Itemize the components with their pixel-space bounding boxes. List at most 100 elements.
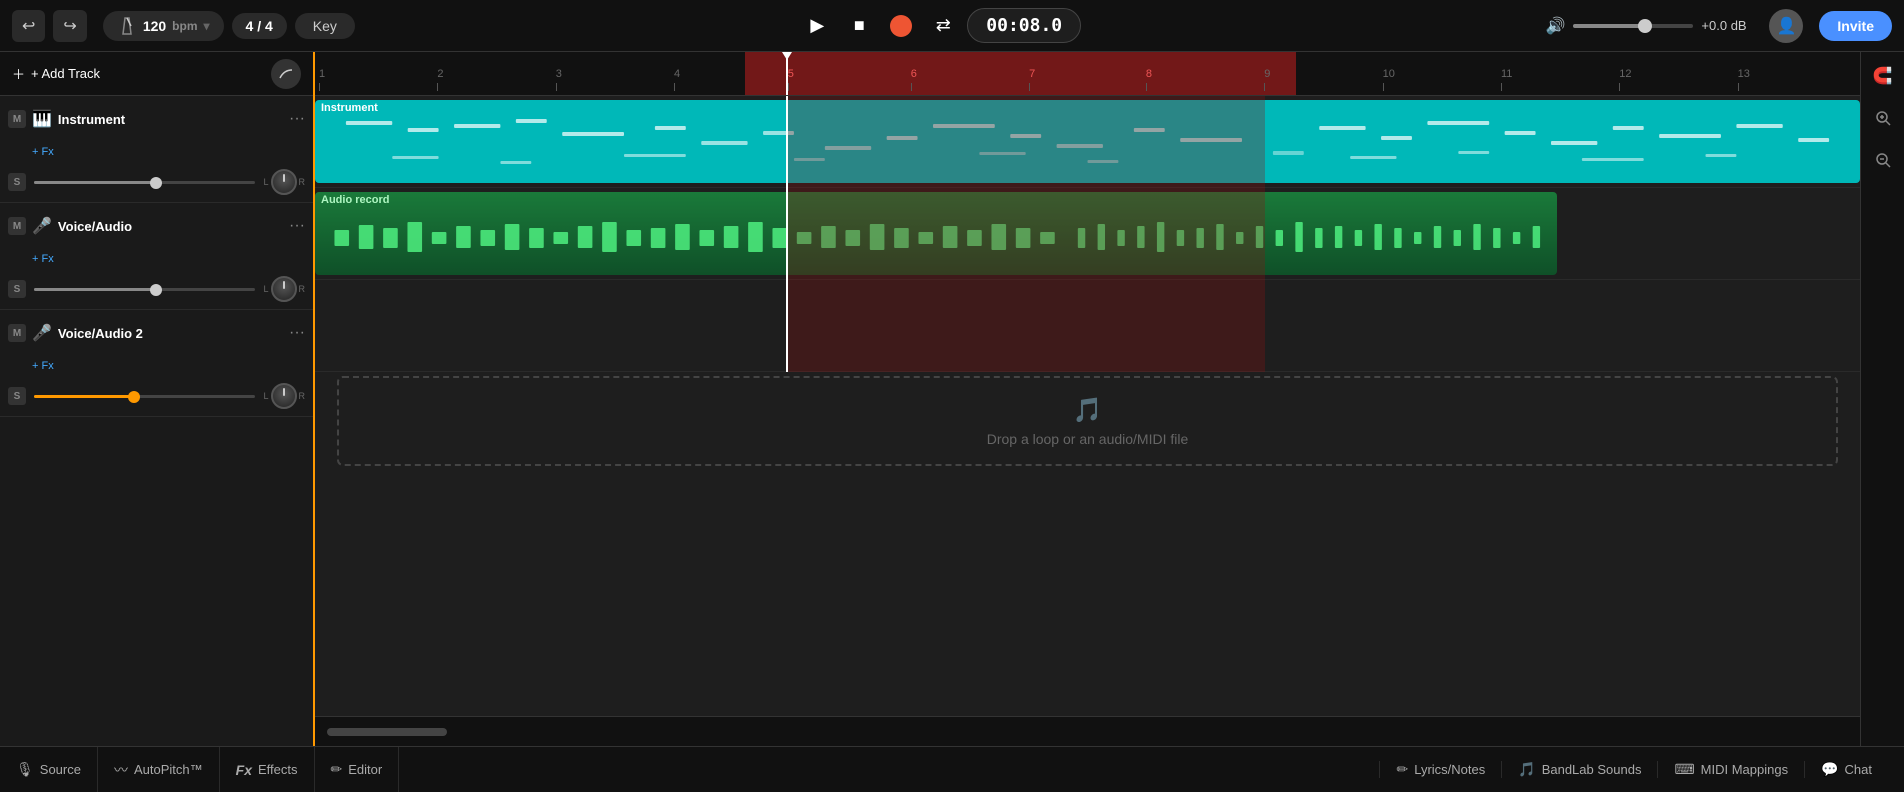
- midi-notes-svg: [315, 116, 1860, 176]
- loop-button[interactable]: ⇄: [925, 8, 961, 44]
- record-button[interactable]: [883, 8, 919, 44]
- fx-label-instrument[interactable]: + Fx: [32, 146, 54, 158]
- pan-knob-instrument[interactable]: L R: [263, 169, 305, 195]
- track-header-voice2: M 🎤 Voice/Audio 2 ···: [0, 310, 313, 356]
- play-button[interactable]: ▶: [799, 8, 835, 44]
- topbar: ↩ ↪ 120 bpm ▾ 4 / 4 Key ▶ ■ ⇄ 00:08.0 🔊 …: [0, 0, 1904, 52]
- volume-slider-instrument[interactable]: [34, 181, 255, 184]
- chat-icon: 💬: [1821, 761, 1838, 778]
- tempo-unit: bpm: [172, 19, 197, 33]
- timeline-ruler[interactable]: 1 2 3 4 5 6 7 8 9 10 11 12 13: [315, 52, 1860, 96]
- ruler-mark-13: 13: [1738, 69, 1750, 91]
- track-more-button-voice[interactable]: ···: [289, 217, 305, 235]
- track-more-button-voice2[interactable]: ···: [289, 324, 305, 342]
- timeline-area: 1 2 3 4 5 6 7 8 9 10 11 12 13: [315, 52, 1860, 746]
- add-track-button[interactable]: ＋ + Add Track: [12, 64, 100, 83]
- track-item: M 🎤 Voice/Audio 2 ··· + Fx S L: [0, 310, 313, 417]
- track-name-voice: Voice/Audio: [58, 219, 283, 234]
- record-indicator: [890, 15, 912, 37]
- zoom-in-button[interactable]: [1867, 102, 1899, 134]
- invite-button[interactable]: Invite: [1819, 11, 1892, 41]
- zoom-out-button[interactable]: [1867, 144, 1899, 176]
- track-lane-instrument[interactable]: Instrument: [315, 96, 1860, 188]
- volume-group: 🔊 +0.0 dB: [1546, 16, 1762, 36]
- track-lane-audio[interactable]: Audio record: [315, 188, 1860, 280]
- ruler-mark-3: 3: [556, 69, 562, 91]
- drop-zone-icon: 🎵: [1073, 396, 1103, 425]
- clip-audio-2[interactable]: [1063, 192, 1557, 275]
- ruler-numbers: 1 2 3 4 5 6 7 8 9 10 11 12 13: [319, 52, 1856, 91]
- zoom-in-icon: [1875, 110, 1891, 126]
- magnet-tool-button[interactable]: 🧲: [1867, 60, 1899, 92]
- solo-button-voice[interactable]: S: [8, 280, 26, 298]
- voice2-icon: 🎤: [32, 323, 52, 343]
- avatar[interactable]: 👤: [1769, 9, 1803, 43]
- volume-slider[interactable]: [1573, 24, 1693, 28]
- main-area: ＋ + Add Track M 🎹 Instrument ··· + Fx S: [0, 52, 1904, 746]
- track-item: M 🎹 Instrument ··· + Fx S L: [0, 96, 313, 203]
- fx-label-voice2[interactable]: + Fx: [32, 360, 54, 372]
- track-panel: ＋ + Add Track M 🎹 Instrument ··· + Fx S: [0, 52, 315, 746]
- track-fx-voice: + Fx: [0, 249, 313, 269]
- track-header-instrument: M 🎹 Instrument ···: [0, 96, 313, 142]
- ruler-mark-9: 9: [1264, 69, 1270, 91]
- ruler-mark-5: 5: [788, 69, 794, 91]
- bottom-bandlab-sounds[interactable]: 🎵 BandLab Sounds: [1501, 761, 1657, 778]
- ruler-mark-12: 12: [1619, 69, 1631, 91]
- fx-label-voice[interactable]: + Fx: [32, 253, 54, 265]
- right-panel: 🧲: [1860, 52, 1904, 746]
- bottom-chat[interactable]: 💬 Chat: [1804, 761, 1888, 778]
- mute-button-instrument[interactable]: M: [8, 110, 26, 128]
- pan-knob-voice[interactable]: L R: [263, 276, 305, 302]
- tempo-display[interactable]: 120 bpm ▾: [103, 11, 224, 41]
- track-header-voice: M 🎤 Voice/Audio ···: [0, 203, 313, 249]
- drop-zone[interactable]: 🎵 Drop a loop or an audio/MIDI file: [337, 376, 1838, 466]
- tracks-scroll[interactable]: Instrument: [315, 96, 1860, 716]
- bottom-editor[interactable]: ✏ Editor: [315, 747, 400, 792]
- solo-button-voice2[interactable]: S: [8, 387, 26, 405]
- voice-icon: 🎤: [32, 216, 52, 236]
- track-name-instrument: Instrument: [58, 112, 283, 127]
- solo-button-instrument[interactable]: S: [8, 173, 26, 191]
- bottom-source[interactable]: 🎙 Source: [16, 747, 98, 792]
- horizontal-scrollbar[interactable]: [327, 728, 447, 736]
- track-fx-instrument: + Fx: [0, 142, 313, 162]
- ruler-mark-11: 11: [1501, 69, 1512, 91]
- track-controls-voice2: S L R: [0, 376, 313, 416]
- plus-icon: ＋: [12, 64, 25, 83]
- zoom-out-icon: [1875, 152, 1891, 168]
- ruler-mark-6: 6: [911, 69, 917, 91]
- mute-button-voice2[interactable]: M: [8, 324, 26, 342]
- clip-instrument[interactable]: Instrument: [315, 100, 1860, 183]
- time-signature[interactable]: 4 / 4: [232, 13, 287, 39]
- bottom-lyrics[interactable]: ✏ Lyrics/Notes: [1379, 761, 1501, 778]
- ruler-mark-2: 2: [437, 69, 443, 91]
- pan-knob-voice2[interactable]: L R: [263, 383, 305, 409]
- undo-button[interactable]: ↩: [12, 10, 45, 42]
- bottom-autopitch[interactable]: 〰 AutoPitch™: [98, 747, 220, 792]
- ruler-mark-1: 1: [319, 69, 325, 91]
- mute-button-voice[interactable]: M: [8, 217, 26, 235]
- redo-button[interactable]: ↪: [53, 10, 86, 42]
- volume-slider-voice2[interactable]: [34, 395, 255, 398]
- track-name-voice2: Voice/Audio 2: [58, 326, 283, 341]
- bottom-effects[interactable]: Fx Effects: [220, 747, 315, 792]
- track-controls-instrument: S L R: [0, 162, 313, 202]
- bottom-right: ✏ Lyrics/Notes 🎵 BandLab Sounds ⌨ MIDI M…: [1379, 761, 1888, 778]
- volume-slider-voice[interactable]: [34, 288, 255, 291]
- track-lane-audio2[interactable]: [315, 280, 1860, 372]
- stop-button[interactable]: ■: [841, 8, 877, 44]
- track-more-button-instrument[interactable]: ···: [289, 110, 305, 128]
- db-display: +0.0 dB: [1701, 18, 1761, 33]
- editor-icon: ✏: [331, 761, 343, 778]
- instrument-icon: 🎹: [32, 109, 52, 129]
- automation-button[interactable]: [271, 59, 301, 89]
- bandlab-sounds-icon: 🎵: [1518, 761, 1535, 778]
- track-fx-voice2: + Fx: [0, 356, 313, 376]
- bottom-midi-mappings[interactable]: ⌨ MIDI Mappings: [1657, 761, 1804, 778]
- key-button[interactable]: Key: [295, 13, 355, 39]
- timeline-bottom: [315, 716, 1860, 746]
- time-display: 00:08.0: [967, 8, 1081, 43]
- bottombar: 🎙 Source 〰 AutoPitch™ Fx Effects ✏ Edito…: [0, 746, 1904, 792]
- curve-icon: [278, 66, 294, 82]
